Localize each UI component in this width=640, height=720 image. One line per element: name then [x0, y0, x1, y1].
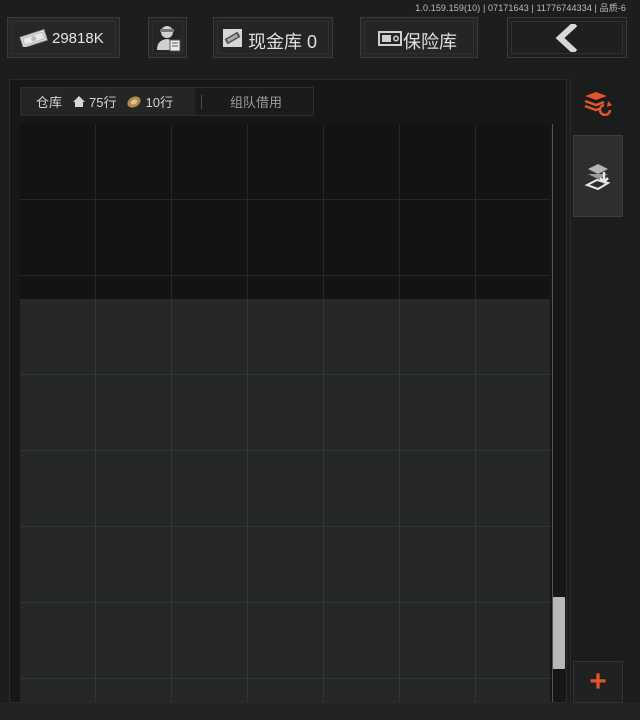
- version-text: 1.0.159.159(10) | 07171643 | 11776744334…: [415, 3, 626, 13]
- sort-refresh-button[interactable]: [573, 81, 623, 125]
- money-roll-icon: [127, 95, 142, 108]
- back-arrow-icon: [555, 24, 578, 52]
- bottom-bar: [0, 703, 640, 720]
- money-amount: 29818K: [52, 30, 104, 47]
- extra-rows-stat: 10行: [126, 92, 173, 111]
- warehouse-rows-stat: 75行: [72, 92, 116, 111]
- safe-box-label: 保险库: [403, 32, 457, 52]
- money-icon: [19, 29, 48, 47]
- grid-unlocked-section[interactable]: [20, 299, 550, 702]
- layers-refresh-icon: [584, 92, 612, 116]
- tab-bar: 仓库 75行 10行 组队借用: [20, 87, 314, 116]
- plus-icon: +: [589, 665, 607, 698]
- money-display[interactable]: 29818K: [7, 17, 120, 58]
- tab-team-borrow[interactable]: 组队借用: [230, 92, 282, 111]
- add-button[interactable]: +: [573, 661, 623, 703]
- cash-vault-button[interactable]: 现金库 0: [213, 17, 333, 58]
- cash-icon: [223, 29, 242, 47]
- grid-locked-section: [20, 124, 550, 299]
- tab-warehouse-label: 仓库: [36, 95, 63, 110]
- back-button[interactable]: [507, 17, 627, 58]
- cash-vault-label: 现金库 0: [248, 32, 318, 52]
- inventory-grid[interactable]: [20, 124, 550, 702]
- agent-icon: [157, 26, 181, 52]
- warehouse-rows: 75行: [89, 95, 117, 110]
- extra-rows: 10行: [145, 95, 173, 110]
- safe-icon: [378, 31, 402, 46]
- home-icon: [73, 96, 86, 107]
- tab-warehouse[interactable]: 仓库 75行 10行: [21, 88, 195, 115]
- layer-download-button[interactable]: [573, 135, 623, 217]
- safe-box-button[interactable]: 保险库: [360, 17, 478, 58]
- agent-button[interactable]: [148, 17, 187, 58]
- tab-divider: [201, 94, 202, 109]
- layers-download-icon: [584, 164, 611, 191]
- scrollbar-thumb[interactable]: [553, 597, 565, 669]
